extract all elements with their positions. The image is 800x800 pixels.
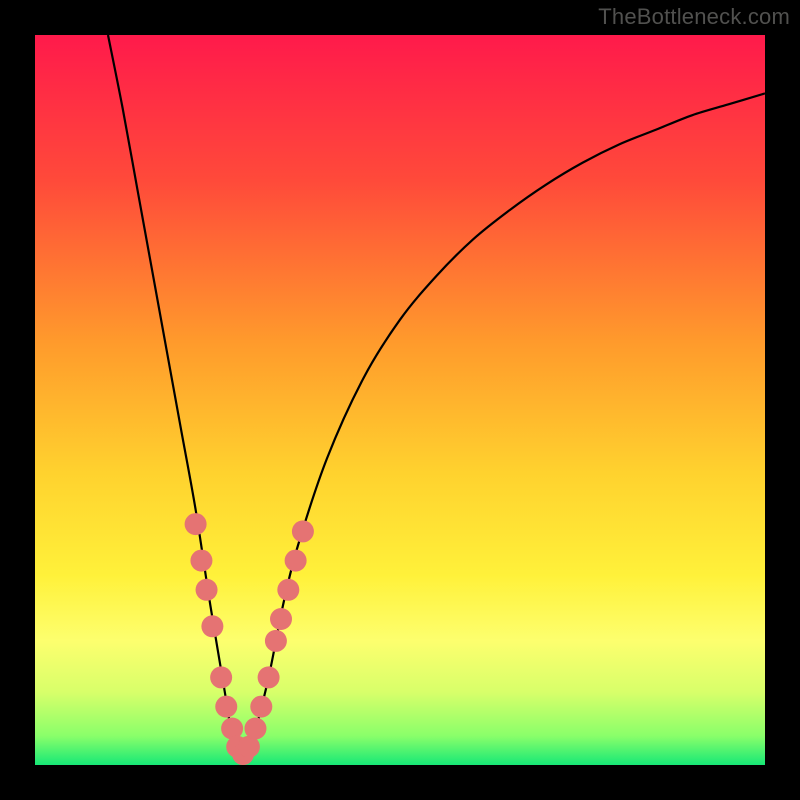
- highlight-marker: [292, 520, 314, 542]
- highlight-marker: [196, 579, 218, 601]
- highlight-marker: [215, 696, 237, 718]
- highlight-marker: [277, 579, 299, 601]
- highlight-marker: [250, 696, 272, 718]
- highlight-marker: [258, 666, 280, 688]
- highlight-marker: [185, 513, 207, 535]
- chart-background: [35, 35, 765, 765]
- highlight-marker: [265, 630, 287, 652]
- highlight-marker: [210, 666, 232, 688]
- chart-frame: TheBottleneck.com: [0, 0, 800, 800]
- highlight-marker: [244, 718, 266, 740]
- highlight-marker: [270, 608, 292, 630]
- watermark-text: TheBottleneck.com: [598, 4, 790, 30]
- highlight-marker: [201, 615, 223, 637]
- plot-area: [35, 35, 765, 765]
- highlight-marker: [285, 550, 307, 572]
- highlight-marker: [190, 550, 212, 572]
- chart-svg: [35, 35, 765, 765]
